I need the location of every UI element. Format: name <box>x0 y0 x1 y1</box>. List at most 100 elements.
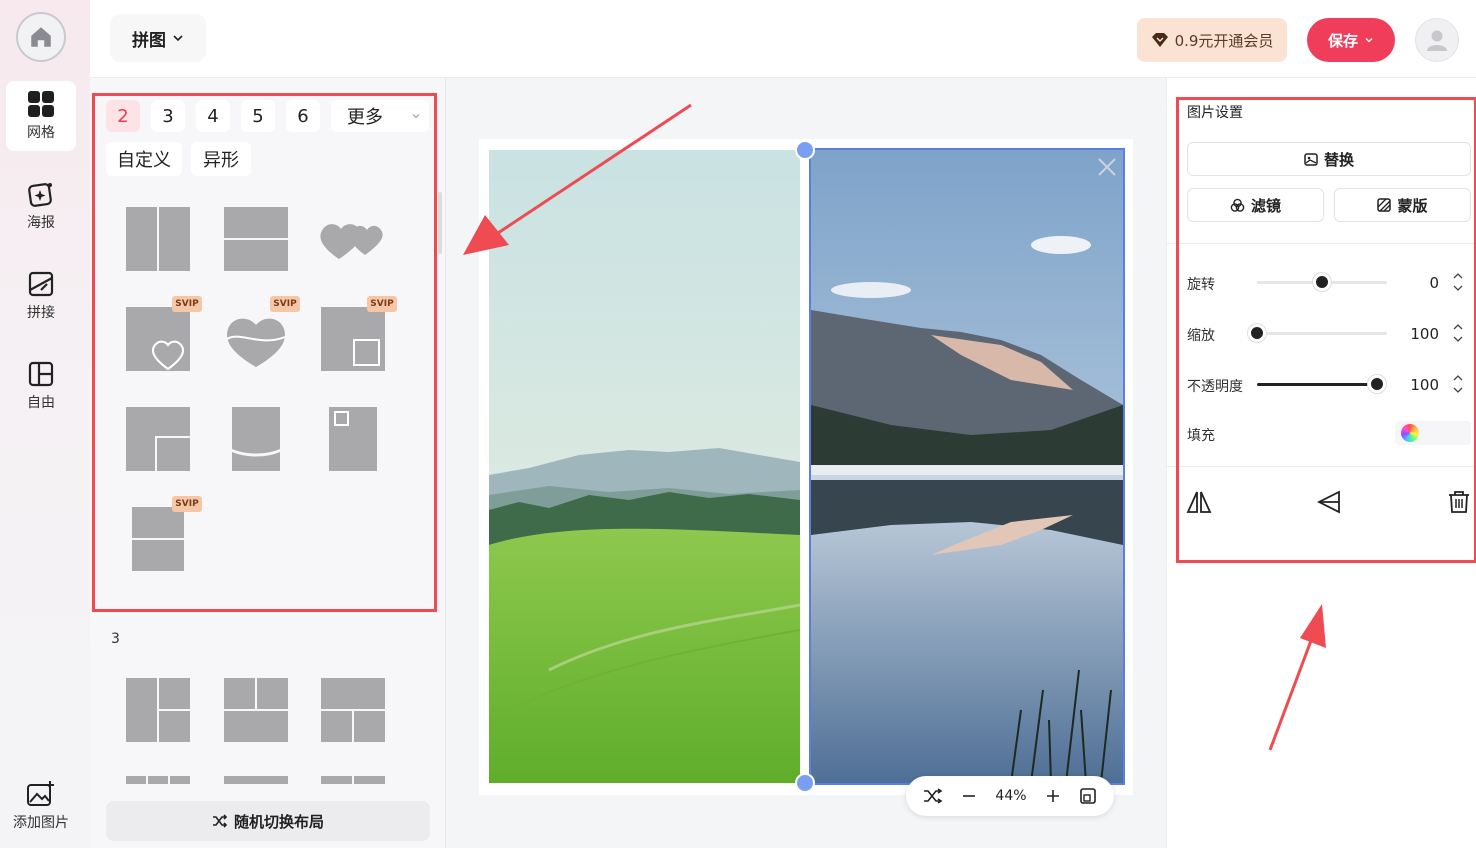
rotate-label: 旋转 <box>1187 277 1215 293</box>
scale-slider[interactable] <box>1248 324 1387 342</box>
mask-button[interactable]: 蒙版 <box>1334 188 1471 222</box>
photo-cell-right-selected[interactable] <box>809 148 1125 785</box>
template-three-d[interactable] <box>122 774 194 784</box>
tab-count-3[interactable]: 3 <box>151 100 185 132</box>
tab-label: 2 <box>117 105 129 127</box>
rail-item-label: 拼接 <box>27 305 55 321</box>
template-three-c[interactable] <box>317 674 389 746</box>
user-icon <box>1427 30 1447 51</box>
rail-item-grid[interactable]: 网格 <box>6 81 76 151</box>
fit-screen-icon[interactable] <box>1079 787 1097 805</box>
zoom-out-icon[interactable] <box>961 788 977 804</box>
tab-count-4[interactable]: 4 <box>196 100 230 132</box>
more-dropdown[interactable]: 更多 <box>331 100 429 132</box>
tab-count-6[interactable]: 6 <box>286 100 320 132</box>
rail-item-poster[interactable]: 海报 <box>6 171 76 241</box>
canvas-area: 44% <box>446 78 1166 848</box>
template-three-f[interactable] <box>317 774 389 784</box>
tab-label: 6 <box>297 105 309 127</box>
tag-custom[interactable]: 自定义 <box>106 142 182 176</box>
zoom-in-icon[interactable] <box>1045 788 1061 804</box>
filter-button[interactable]: 滤镜 <box>1187 188 1324 222</box>
top-header: 拼图 0.9元开通会员 保存 <box>90 0 1476 78</box>
mode-dropdown[interactable]: 拼图 <box>110 14 206 62</box>
flip-vertical-icon[interactable] <box>1315 488 1343 516</box>
vip-button[interactable]: 0.9元开通会员 <box>1137 18 1287 62</box>
mask-label: 蒙版 <box>1397 196 1428 215</box>
fill-color-picker[interactable] <box>1395 421 1471 445</box>
image-settings-panel: 图片设置 替换 滤镜 蒙版 旋转 0 缩放 100 不透明度 100 填充 <box>1166 78 1476 848</box>
home-button[interactable] <box>16 12 66 62</box>
opacity-value[interactable]: 100 <box>1389 376 1439 394</box>
rail-item-stitch[interactable]: 拼接 <box>6 261 76 331</box>
photo-cell-left[interactable] <box>489 150 800 783</box>
home-icon <box>31 27 51 47</box>
template-curve-split[interactable] <box>220 403 292 475</box>
rotate-value[interactable]: 0 <box>1389 274 1439 292</box>
mask-icon <box>1377 198 1392 212</box>
fill-label: 填充 <box>1187 428 1215 444</box>
tab-count-2[interactable]: 2 <box>106 100 140 132</box>
scale-value[interactable]: 100 <box>1389 325 1439 343</box>
tag-label: 异形 <box>203 150 239 171</box>
flip-horizontal-icon[interactable] <box>1185 488 1213 516</box>
resize-handle-top[interactable] <box>795 140 815 160</box>
delete-icon[interactable] <box>1445 488 1473 516</box>
rotate-slider-knob[interactable] <box>1313 273 1331 291</box>
random-layout-label: 随机切换布局 <box>233 812 324 831</box>
chevron-down-icon <box>173 35 183 42</box>
replace-button[interactable]: 替换 <box>1187 142 1471 176</box>
template-heart-inset[interactable] <box>122 303 194 375</box>
svip-badge: SVIP <box>270 296 300 312</box>
chevron-down-icon <box>1365 37 1373 43</box>
tag-irregular[interactable]: 异形 <box>191 142 251 176</box>
template-two-vertical[interactable] <box>122 203 194 275</box>
stitch-icon <box>28 271 54 297</box>
template-two-horizontal[interactable] <box>220 203 292 275</box>
opacity-slider-fill <box>1257 383 1377 386</box>
tab-count-5[interactable]: 5 <box>241 100 275 132</box>
rotate-slider[interactable] <box>1257 273 1387 291</box>
template-square-inset[interactable] <box>317 303 389 375</box>
template-corner-l[interactable] <box>122 403 194 475</box>
template-heart-split[interactable] <box>220 303 292 375</box>
section-label: 3 <box>111 631 120 647</box>
filter-icon <box>1230 198 1245 212</box>
avatar[interactable] <box>1415 18 1459 62</box>
diamond-icon <box>1151 33 1168 47</box>
resize-handle-bottom[interactable] <box>795 773 815 793</box>
template-three-e[interactable] <box>220 774 292 784</box>
add-image-button[interactable]: 添加图片 <box>4 771 78 841</box>
opacity-slider[interactable] <box>1257 375 1386 393</box>
add-image-label: 添加图片 <box>13 815 69 831</box>
left-rail: 网格 海报 拼接 自由 添加图片 <box>0 0 90 848</box>
scale-label: 缩放 <box>1187 328 1215 344</box>
mode-label: 拼图 <box>132 30 166 51</box>
divider <box>1167 466 1476 467</box>
rail-item-label: 海报 <box>27 215 55 231</box>
chevron-down-icon <box>412 114 420 119</box>
free-layout-icon <box>28 361 54 387</box>
template-two-stack[interactable] <box>122 503 194 575</box>
shuffle-icon[interactable] <box>923 788 943 804</box>
zoom-level: 44% <box>995 788 1027 804</box>
scale-stepper[interactable] <box>1451 321 1465 345</box>
opacity-slider-knob[interactable] <box>1368 375 1386 393</box>
template-two-hearts[interactable] <box>317 203 389 275</box>
close-icon[interactable] <box>1095 155 1119 179</box>
save-button[interactable]: 保存 <box>1307 18 1395 62</box>
panel-scrollbar[interactable] <box>438 192 442 254</box>
template-three-b[interactable] <box>220 674 292 746</box>
rotate-stepper[interactable] <box>1451 270 1465 294</box>
tag-label: 自定义 <box>117 150 171 171</box>
vip-label: 0.9元开通会员 <box>1174 31 1274 50</box>
settings-title: 图片设置 <box>1187 105 1243 121</box>
opacity-stepper[interactable] <box>1451 372 1465 396</box>
template-three-a[interactable] <box>122 674 194 746</box>
rail-item-free[interactable]: 自由 <box>6 351 76 421</box>
template-small-inset[interactable] <box>317 403 389 475</box>
collage-canvas[interactable] <box>479 139 1133 795</box>
random-layout-button[interactable]: 随机切换布局 <box>106 801 430 841</box>
save-label: 保存 <box>1327 31 1358 50</box>
scale-slider-knob[interactable] <box>1248 324 1266 342</box>
